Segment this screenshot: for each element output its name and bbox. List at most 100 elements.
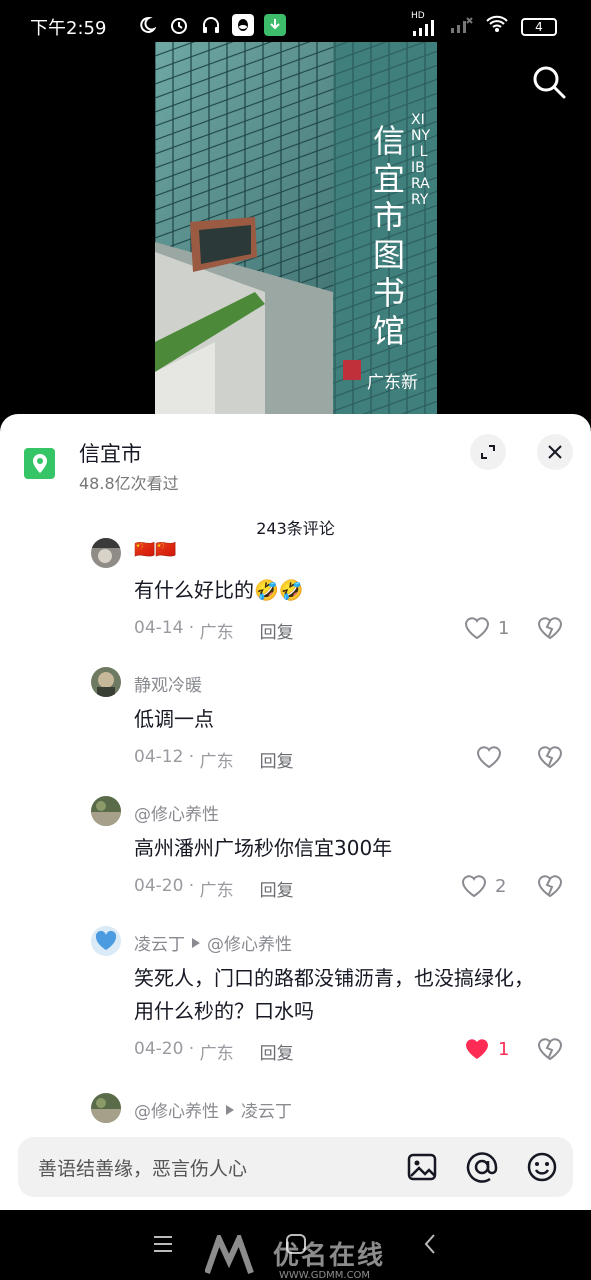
image-icon bbox=[407, 1153, 437, 1181]
expand-icon bbox=[481, 445, 495, 459]
comment-region: 广东 bbox=[199, 623, 234, 643]
reply-button[interactable]: 回复 bbox=[260, 618, 294, 643]
library-sign: 信宜市图书馆 bbox=[373, 122, 406, 350]
like-button[interactable]: 1 bbox=[464, 616, 509, 640]
comment-meta: 04-12 · 广东 回复 bbox=[134, 747, 294, 772]
comment-input-bar: 善语结善缘，恶言伤人心 bbox=[0, 1124, 591, 1210]
comment-text-line: 用什么秒的？口水吗 bbox=[134, 999, 314, 1023]
reply-to-username[interactable]: 凌云丁 bbox=[241, 1097, 292, 1122]
battery-icon: 4 bbox=[521, 17, 557, 36]
reply-button[interactable]: 回复 bbox=[260, 876, 294, 901]
like-count: 1 bbox=[498, 1038, 510, 1060]
avatar[interactable] bbox=[91, 1093, 121, 1123]
broken-heart-icon bbox=[537, 617, 563, 640]
video-player[interactable]: 信宜市图书馆 XINYI LIBRARY 广东新 bbox=[155, 42, 437, 414]
comment-date: 04-20 bbox=[134, 1039, 184, 1059]
dislike-button[interactable] bbox=[537, 874, 563, 902]
location-pin-icon bbox=[24, 448, 55, 479]
moon-icon bbox=[136, 14, 158, 36]
download-icon bbox=[264, 14, 286, 36]
dislike-button[interactable] bbox=[537, 745, 563, 773]
alarm-icon bbox=[168, 14, 190, 36]
meta-separator: · bbox=[183, 1039, 200, 1059]
reply-arrow-icon bbox=[192, 937, 200, 948]
avatar[interactable] bbox=[91, 926, 121, 956]
back-nav-button[interactable] bbox=[422, 1232, 438, 1260]
comment-count: 243条评论 bbox=[256, 519, 335, 538]
comment-region: 广东 bbox=[199, 752, 234, 772]
heart-icon bbox=[461, 875, 487, 898]
menu-icon bbox=[154, 1236, 172, 1252]
like-count: 2 bbox=[495, 875, 507, 897]
dislike-button[interactable] bbox=[537, 1037, 563, 1065]
signal-weak-icon bbox=[449, 14, 473, 39]
location-views: 48.8亿次看过 bbox=[79, 474, 179, 493]
mention-button[interactable] bbox=[466, 1151, 498, 1183]
dislike-button[interactable] bbox=[537, 616, 563, 644]
status-notification-icons bbox=[136, 14, 286, 36]
comment-text-line: 笑死人，门口的路都没铺沥青，也没搞绿化， bbox=[134, 966, 534, 990]
signal-icon: HD bbox=[411, 11, 437, 37]
comment-username: 凌云丁 @修心养性 bbox=[134, 930, 292, 955]
comment-input-placeholder[interactable]: 善语结善缘，恶言伤人心 bbox=[38, 1154, 247, 1181]
comment-username[interactable]: @修心养性 bbox=[134, 800, 219, 825]
wifi-icon bbox=[485, 14, 509, 39]
reply-button[interactable]: 回复 bbox=[260, 747, 294, 772]
watermark-brand: 优名在线 bbox=[273, 1241, 386, 1271]
comment-date: 04-14 bbox=[134, 618, 184, 638]
comment-username: @修心养性 凌云丁 bbox=[134, 1097, 292, 1122]
comment-input[interactable]: 善语结善缘，恶言伤人心 bbox=[18, 1137, 573, 1197]
image-button[interactable] bbox=[406, 1151, 438, 1183]
comment-region: 广东 bbox=[199, 1044, 234, 1064]
comment-username[interactable]: 🇨🇳🇨🇳 bbox=[134, 540, 176, 560]
like-button[interactable]: 2 bbox=[461, 874, 506, 898]
comment-date: 04-12 bbox=[134, 747, 184, 767]
avatar[interactable] bbox=[91, 538, 121, 568]
emoji-icon bbox=[527, 1152, 557, 1182]
comment-username-text[interactable]: @修心养性 bbox=[134, 1097, 219, 1122]
library-sign-sub: 广东新 bbox=[367, 373, 418, 393]
reply-arrow-icon bbox=[226, 1104, 234, 1115]
comment-username[interactable]: 静观冷暖 bbox=[134, 671, 202, 696]
search-button[interactable] bbox=[529, 62, 569, 102]
comment-date: 04-20 bbox=[134, 876, 184, 896]
library-sign-en: XINYI LIBRARY bbox=[411, 112, 431, 208]
heart-icon bbox=[464, 617, 490, 640]
reply-button[interactable]: 回复 bbox=[260, 1039, 294, 1064]
comment-username-text[interactable]: 凌云丁 bbox=[134, 930, 185, 955]
comment-region: 广东 bbox=[199, 881, 234, 901]
search-icon bbox=[533, 66, 566, 99]
comment-meta: 04-14 · 广东 回复 bbox=[134, 618, 294, 643]
location-title[interactable]: 信宜市 bbox=[79, 438, 142, 468]
back-icon bbox=[424, 1234, 435, 1254]
reply-to-username[interactable]: @修心养性 bbox=[207, 930, 292, 955]
broken-heart-icon bbox=[537, 875, 563, 898]
close-button[interactable] bbox=[537, 434, 573, 470]
expand-button[interactable] bbox=[470, 434, 506, 470]
like-button[interactable]: 1 bbox=[464, 1037, 509, 1061]
headset-icon bbox=[200, 14, 222, 36]
menu-nav-button[interactable] bbox=[152, 1234, 174, 1258]
network-type: HD bbox=[411, 10, 425, 21]
avatar[interactable] bbox=[91, 667, 121, 697]
meta-separator: · bbox=[183, 747, 200, 767]
comment-text: 高州潘州广场秒你信宜300年 bbox=[134, 836, 393, 860]
like-button[interactable] bbox=[476, 745, 510, 769]
meta-separator: · bbox=[183, 876, 200, 896]
broken-heart-icon bbox=[537, 746, 563, 769]
status-system-icons: HD 4 bbox=[411, 11, 557, 39]
broken-heart-icon bbox=[537, 1038, 563, 1061]
comment-text: 笑死人，门口的路都没铺沥青，也没搞绿化， 用什么秒的？口水吗 bbox=[134, 962, 564, 1028]
close-icon bbox=[548, 445, 562, 459]
comment-panel: 信宜市 48.8亿次看过 243条评论 🇨🇳🇨🇳 有什么好比的🤣🤣 04-14 … bbox=[0, 414, 591, 1210]
emoji-button[interactable] bbox=[526, 1151, 558, 1183]
status-time: 下午2:59 bbox=[30, 18, 107, 39]
avatar[interactable] bbox=[91, 796, 121, 826]
comment-text: 低调一点 bbox=[134, 707, 214, 731]
comment-meta: 04-20 · 广东 回复 bbox=[134, 876, 294, 901]
like-count: 1 bbox=[498, 617, 510, 639]
watermark-logo bbox=[205, 1235, 254, 1274]
heart-filled-icon bbox=[466, 1039, 488, 1059]
at-icon bbox=[466, 1152, 498, 1183]
watermark: 优名在线 WWW.GDMM.COM bbox=[205, 1235, 385, 1280]
